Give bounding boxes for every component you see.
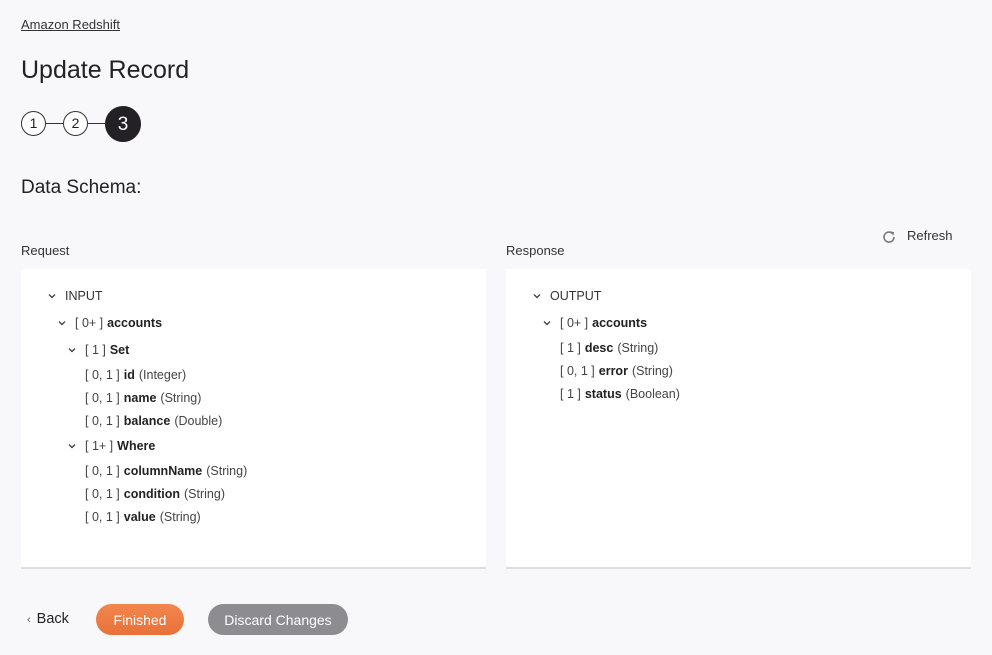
cardinality: [ 0, 1 ] [85, 510, 120, 524]
tree-leaf: [ 0, 1 ] error (String) [560, 363, 673, 379]
tree-node-set[interactable]: [ 1 ] Set [67, 342, 133, 358]
response-schema-panel: OUTPUT [ 0+ ] accounts [ 1 ] desc (Strin… [506, 269, 971, 569]
cardinality: [ 1 ] [560, 387, 581, 401]
section-title: Data Schema: [21, 177, 142, 198]
field-type: (String) [617, 341, 659, 355]
field-name: condition [123, 487, 180, 501]
request-label: Request [21, 243, 70, 258]
response-label: Response [506, 243, 565, 258]
field-name: Where [117, 439, 156, 453]
discard-changes-button[interactable]: Discard Changes [208, 604, 348, 635]
cardinality: [ 0, 1 ] [85, 368, 120, 382]
breadcrumb-link[interactable]: Amazon Redshift [21, 17, 120, 32]
field-name: accounts [592, 316, 648, 330]
step-connector [46, 123, 63, 125]
field-name: value [123, 510, 156, 524]
field-type: (String) [184, 487, 225, 501]
tree-leaf: [ 0, 1 ] balance (Double) [85, 413, 222, 429]
tree-node-output[interactable]: OUTPUT [532, 288, 601, 304]
back-label: Back [36, 611, 69, 627]
cardinality: [ 0, 1 ] [85, 487, 120, 501]
cardinality: [ 0, 1 ] [85, 414, 120, 428]
chevron-down-icon[interactable] [57, 318, 67, 328]
tree-leaf: [ 1 ] desc (String) [560, 340, 658, 356]
tree-node-accounts[interactable]: [ 0+ ] accounts [57, 315, 166, 331]
step-2[interactable]: 2 [63, 111, 88, 136]
field-name: error [598, 364, 628, 378]
chevron-down-icon[interactable] [47, 291, 57, 301]
tree-node-input[interactable]: INPUT [47, 288, 103, 304]
cardinality: [ 1 ] [85, 343, 106, 357]
field-type: (String) [631, 364, 673, 378]
page-title: Update Record [21, 56, 190, 84]
field-name: Set [109, 343, 130, 357]
chevron-down-icon[interactable] [532, 291, 542, 301]
field-name: columnName [123, 464, 203, 478]
tree-leaf: [ 1 ] status (Boolean) [560, 386, 680, 402]
field-type: (String) [159, 510, 201, 524]
tree-node-where[interactable]: [ 1+ ] Where [67, 438, 159, 454]
chevron-down-icon[interactable] [67, 345, 77, 355]
refresh-icon [883, 230, 895, 243]
field-type: (Double) [174, 414, 223, 428]
tree-leaf: [ 0, 1 ] columnName (String) [85, 463, 247, 479]
refresh-label: Refresh [907, 227, 953, 243]
node-label: OUTPUT [550, 289, 602, 303]
field-name: balance [123, 414, 171, 428]
field-name: id [123, 368, 135, 382]
cardinality: [ 1 ] [560, 341, 581, 355]
field-name: status [584, 387, 622, 401]
tree-leaf: [ 0, 1 ] value (String) [85, 509, 201, 525]
field-name: accounts [107, 316, 163, 330]
field-type: (String) [160, 391, 202, 405]
chevron-down-icon[interactable] [542, 318, 552, 328]
field-type: (Integer) [138, 368, 187, 382]
cardinality: [ 0+ ] [560, 316, 589, 330]
tree-leaf: [ 0, 1 ] name (String) [85, 390, 201, 406]
cardinality: [ 0, 1 ] [85, 464, 120, 478]
step-connector [88, 123, 105, 125]
step-3-active[interactable]: 3 [105, 106, 141, 142]
field-type: (Boolean) [625, 387, 680, 401]
chevron-down-icon[interactable] [67, 441, 77, 451]
cardinality: [ 1+ ] [85, 439, 114, 453]
cardinality: [ 0, 1 ] [85, 391, 120, 405]
field-name: name [123, 391, 157, 405]
cardinality: [ 0+ ] [75, 316, 104, 330]
field-name: desc [584, 341, 614, 355]
refresh-button[interactable]: Refresh [881, 225, 953, 245]
node-label: INPUT [65, 289, 103, 303]
tree-node-accounts[interactable]: [ 0+ ] accounts [542, 315, 651, 331]
back-button[interactable]: ‹ Back [27, 611, 69, 627]
cardinality: [ 0, 1 ] [560, 364, 595, 378]
tree-leaf: [ 0, 1 ] condition (String) [85, 486, 225, 502]
request-schema-panel: INPUT [ 0+ ] accounts [ 1 ] Set [ 0, 1 ]… [21, 269, 486, 569]
field-type: (String) [206, 464, 248, 478]
chevron-left-icon: ‹ [27, 614, 31, 626]
finished-button[interactable]: Finished [96, 604, 184, 635]
tree-leaf: [ 0, 1 ] id (Integer) [85, 367, 186, 383]
step-1[interactable]: 1 [21, 111, 46, 136]
